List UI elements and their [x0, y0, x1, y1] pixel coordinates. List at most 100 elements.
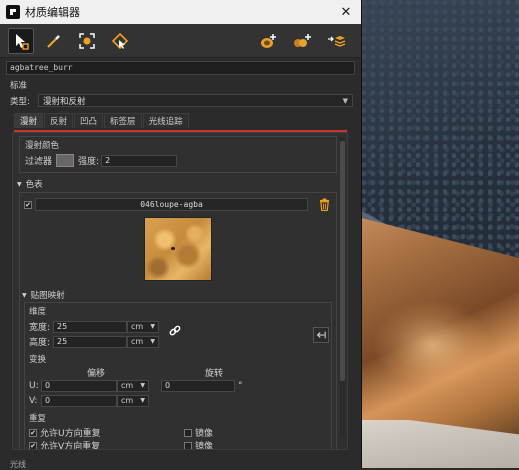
select-arrow-icon: [16, 33, 29, 50]
fold-triangle-icon: ▼: [22, 291, 27, 299]
color-fold-header[interactable]: ▼ 色表: [17, 178, 347, 190]
delete-texture-button[interactable]: [316, 198, 332, 211]
repeat-v-checkbox[interactable]: ✔: [29, 441, 37, 449]
close-icon: ✕: [340, 4, 352, 20]
import-layers-icon: [328, 35, 346, 47]
u-offset-row: U: 0 cm ▼ 0 °: [29, 378, 327, 393]
eyedropper-button[interactable]: [41, 28, 67, 54]
transform-header-row: 偏移 旋转: [29, 367, 327, 379]
u-offset-input[interactable]: 0: [41, 379, 117, 392]
u-label: U:: [29, 380, 39, 391]
strength-input[interactable]: 2: [101, 154, 178, 167]
window-title: 材质编辑器: [25, 6, 80, 19]
color-texture-group: ✔ 046loupe-agba ▼ 贴图映射 维度 宽度: 25 cm ▼ 高度…: [19, 192, 337, 450]
height-unit-value: cm: [131, 337, 144, 346]
u-unit-select[interactable]: cm ▼: [117, 379, 149, 392]
offset-label: 偏移: [87, 369, 106, 379]
pick-material-icon: [111, 32, 129, 49]
texture-spot: [171, 247, 175, 250]
select-tool-button[interactable]: [8, 27, 34, 54]
add-multi-material-icon: [294, 33, 311, 47]
material-name-field[interactable]: agbatree_burr: [6, 61, 355, 75]
mapping-fold-header[interactable]: ▼ 贴图映射: [22, 289, 332, 301]
add-multi-material-button[interactable]: [289, 28, 315, 54]
tab-bump[interactable]: 凹凸: [74, 113, 104, 128]
diffuse-color-title: 漫射颜色: [25, 141, 60, 151]
mirror-u-checkbox[interactable]: [184, 428, 192, 437]
raytrace-section-cut: 光线: [10, 460, 26, 469]
repeat-v-row: ✔ 允许V方向重复 镜像: [29, 439, 327, 450]
chevron-down-icon: ▼: [342, 96, 348, 105]
width-label: 宽度:: [29, 323, 51, 333]
pick-material-button[interactable]: [107, 28, 133, 54]
v-label: V:: [29, 395, 38, 406]
type-select[interactable]: 漫射和反射 ▼: [38, 94, 353, 107]
color-fold-label: 色表: [25, 180, 43, 190]
fit-frame-button[interactable]: [74, 28, 100, 54]
fit-frame-icon: [79, 32, 95, 49]
toolbar: [0, 24, 361, 58]
filter-label: 过滤器: [25, 157, 53, 167]
v-unit-select[interactable]: cm ▼: [117, 394, 149, 407]
transform-title: 变换: [29, 355, 47, 365]
rotate-unit: °: [238, 380, 243, 391]
add-material-button[interactable]: [255, 28, 281, 54]
filter-row: 过滤器 强度: 2: [25, 153, 331, 168]
scrollbar-thumb[interactable]: [340, 141, 345, 381]
type-select-value: 漫射和反射: [43, 96, 86, 107]
title-bar[interactable]: 材质编辑器 ✕: [0, 0, 361, 24]
rotate-input[interactable]: 0: [161, 379, 235, 392]
height-unit-select[interactable]: cm ▼: [127, 335, 159, 348]
texture-thumbnail[interactable]: [144, 217, 212, 281]
mirror-v-checkbox[interactable]: [184, 441, 192, 449]
eyedropper-icon: [47, 34, 60, 48]
chevron-down-icon: ▼: [140, 397, 145, 404]
height-input[interactable]: 25: [53, 335, 127, 348]
size-title: 维度: [29, 307, 47, 317]
3d-viewport[interactable]: [362, 0, 519, 468]
panel-scrollbar[interactable]: [340, 137, 345, 437]
u-unit-value: cm: [121, 381, 134, 390]
mapping-group: 维度 宽度: 25 cm ▼ 高度: 25 cm ▼ 变换 偏移 旋转 U: 0…: [24, 302, 332, 450]
tab-diffuse[interactable]: 漫射: [14, 113, 44, 128]
add-material-icon: [261, 33, 276, 48]
texture-enable-checkbox[interactable]: ✔: [24, 200, 32, 209]
trash-icon: [319, 198, 329, 211]
tab-reflection[interactable]: 反射: [44, 113, 74, 128]
repeat-title: 重复: [29, 414, 47, 424]
mirror-v-label: 镜像: [195, 442, 214, 450]
filter-color-swatch[interactable]: [56, 154, 75, 167]
repeat-u-label: 允许U方向重复: [40, 429, 101, 439]
v-offset-row: V: 0 cm ▼: [29, 393, 327, 408]
app-logo-icon: [6, 5, 20, 19]
reset-arrow-icon: [316, 331, 326, 339]
diffuse-panel: 漫射颜色 过滤器 强度: 2 ▼ 色表 ✔ 046loupe-agba ▼ 贴图…: [12, 132, 348, 450]
chevron-down-icon: ▼: [150, 323, 155, 330]
texture-row: ✔ 046loupe-agba: [24, 197, 332, 212]
standard-section-label: 标准: [10, 81, 28, 91]
strength-label: 强度:: [78, 157, 100, 167]
reset-size-button[interactable]: [313, 327, 329, 343]
material-editor-dialog: 材质编辑器 ✕ agbatree_burr 标准 类型: 漫射和反射 ▼ 漫射 …: [0, 0, 362, 469]
diffuse-color-group: 漫射颜色 过滤器 强度: 2: [19, 136, 337, 173]
repeat-u-row: ✔ 允许U方向重复 镜像: [29, 426, 327, 439]
mapping-fold-label: 贴图映射: [30, 291, 65, 301]
import-layers-button[interactable]: [323, 28, 349, 54]
repeat-u-checkbox[interactable]: ✔: [29, 428, 37, 437]
link-aspect-button[interactable]: [169, 325, 181, 340]
texture-name-field[interactable]: 046loupe-agba: [35, 198, 308, 211]
tab-labels[interactable]: 标签层: [104, 113, 142, 128]
width-unit-select[interactable]: cm ▼: [127, 320, 159, 333]
width-input[interactable]: 25: [53, 320, 127, 333]
type-row: 类型: 漫射和反射 ▼: [0, 91, 361, 107]
tab-raytrace[interactable]: 光线追踪: [142, 113, 189, 128]
height-label: 高度:: [29, 338, 51, 348]
v-offset-input[interactable]: 0: [41, 394, 117, 407]
v-unit-value: cm: [121, 396, 134, 405]
chevron-down-icon: ▼: [150, 338, 155, 345]
mirror-u-label: 镜像: [195, 429, 214, 439]
chain-link-icon: [169, 325, 181, 336]
close-button[interactable]: ✕: [331, 0, 361, 24]
type-label: 类型:: [10, 96, 30, 107]
rotate-label: 旋转: [205, 369, 224, 379]
